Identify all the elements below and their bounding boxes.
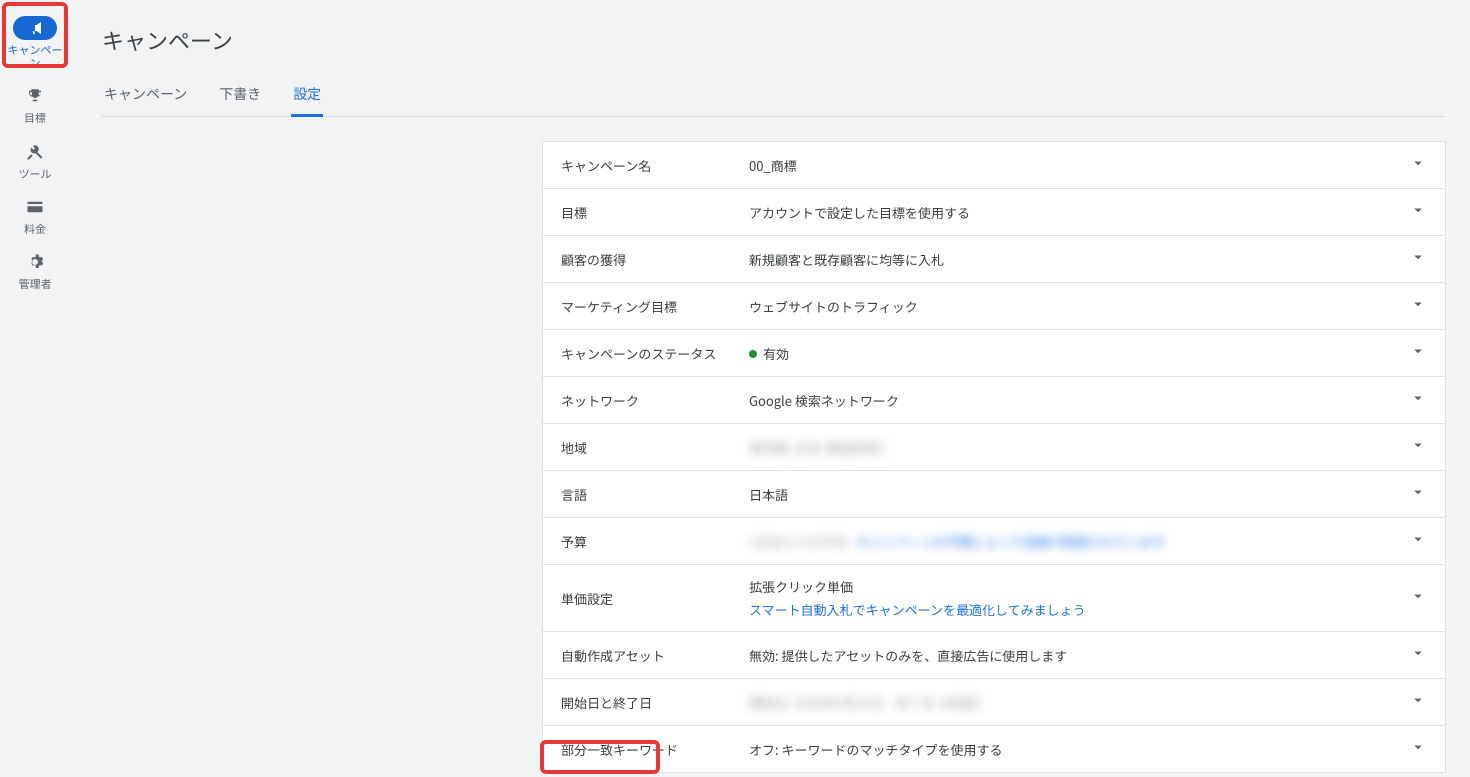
sidebar-item-campaigns[interactable]: キャンペーン [0, 8, 70, 76]
sidebar-item-label: 管理者 [19, 278, 52, 291]
setting-label: 顧客の獲得 [561, 250, 731, 269]
chevron-down-icon [1409, 342, 1427, 364]
setting-value: 日本語 [749, 485, 1391, 504]
setting-value: アカウントで設定した目標を使用する [749, 203, 1391, 222]
chevron-down-icon [1409, 248, 1427, 270]
chevron-down-icon [1409, 201, 1427, 223]
sidebar-item-label: キャンペーン [4, 44, 66, 70]
tab-drafts[interactable]: 下書き [217, 76, 263, 116]
setting-goal[interactable]: 目標 アカウントで設定した目標を使用する [542, 189, 1446, 236]
setting-value: 開始日: 2020年3月31日 終了日: 未設定 [749, 693, 1391, 712]
setting-broad-match[interactable]: 部分一致キーワード オフ: キーワードのマッチタイプを使用する [542, 726, 1446, 773]
sidebar-item-tools[interactable]: ツール [0, 132, 70, 187]
setting-value: 無効: 提供したアセットのみを、直接広告に使用します [749, 646, 1391, 665]
setting-value: 有効 [749, 344, 1391, 363]
setting-label: 自動作成アセット [561, 646, 731, 665]
chevron-down-icon [1409, 738, 1427, 760]
bidding-optimize-link[interactable]: スマート自動入札でキャンペーンを最適化してみましょう [749, 600, 1391, 619]
chevron-down-icon [1409, 587, 1427, 609]
sidebar-item-label: 料金 [24, 223, 46, 236]
gear-icon [13, 250, 57, 274]
sidebar-item-label: 目標 [24, 112, 46, 125]
setting-languages[interactable]: 言語 日本語 [542, 471, 1446, 518]
setting-label: 予算 [561, 532, 731, 551]
setting-value: 拡張クリック単価 スマート自動入札でキャンペーンを最適化してみましょう [749, 577, 1391, 619]
setting-label: マーケティング目標 [561, 297, 731, 316]
setting-auto-assets[interactable]: 自動作成アセット 無効: 提供したアセットのみを、直接広告に使用します [542, 632, 1446, 679]
setting-networks[interactable]: ネットワーク Google 検索ネットワーク [542, 377, 1446, 424]
sidebar-item-billing[interactable]: 料金 [0, 187, 70, 242]
setting-label: 単価設定 [561, 589, 731, 608]
setting-label: キャンペーン名 [561, 156, 731, 175]
setting-label: 地域 [561, 438, 731, 457]
setting-label: キャンペーンのステータス [561, 344, 731, 363]
setting-value: ウェブサイトのトラフィック [749, 297, 1391, 316]
tab-settings[interactable]: 設定 [291, 76, 323, 116]
setting-value: 新規顧客と既存顧客に均等に入札 [749, 250, 1391, 269]
chevron-down-icon [1409, 691, 1427, 713]
chevron-down-icon [1409, 295, 1427, 317]
tools-icon [13, 140, 57, 164]
setting-campaign-name[interactable]: キャンペーン名 00_商標 [542, 141, 1446, 189]
setting-customer-acquisition[interactable]: 顧客の獲得 新規顧客と既存顧客に均等に入札 [542, 236, 1446, 283]
chevron-down-icon [1409, 154, 1427, 176]
setting-label: 部分一致キーワード [561, 740, 731, 759]
setting-value: 00_商標 [749, 156, 1391, 175]
page-title: キャンペーン [102, 0, 1446, 76]
chevron-down-icon [1409, 436, 1427, 458]
chevron-down-icon [1409, 483, 1427, 505]
sidebar-item-admin[interactable]: 管理者 [0, 242, 70, 297]
trophy-icon [13, 84, 57, 108]
setting-label: ネットワーク [561, 391, 731, 410]
main-content: キャンペーン キャンペーン 下書き 設定 キャンペーン名 00_商標 目標 アカ… [70, 0, 1470, 777]
card-icon [13, 195, 57, 219]
setting-dates[interactable]: 開始日と終了日 開始日: 2020年3月31日 終了日: 未設定 [542, 679, 1446, 726]
sidebar-item-label: ツール [19, 168, 52, 181]
setting-value: 東京都, 日本 (都道府県) [749, 438, 1391, 457]
chevron-down-icon [1409, 389, 1427, 411]
setting-bidding[interactable]: 単価設定 拡張クリック単価 スマート自動入札でキャンペーンを最適化してみましょう [542, 565, 1446, 632]
setting-value: Google 検索ネットワーク [749, 391, 1391, 410]
settings-list: キャンペーン名 00_商標 目標 アカウントで設定した目標を使用する 顧客の獲得… [542, 141, 1446, 777]
tab-campaigns[interactable]: キャンペーン [102, 76, 189, 116]
setting-label: 言語 [561, 485, 731, 504]
left-sidebar: キャンペーン 目標 ツール 料金 管理者 [0, 0, 70, 777]
setting-marketing-goal[interactable]: マーケティング目標 ウェブサイトのトラフィック [542, 283, 1446, 330]
chevron-down-icon [1409, 530, 1427, 552]
status-dot-green [749, 350, 757, 358]
more-settings-toggle[interactable]: その他の設定 [542, 773, 662, 777]
setting-campaign-status[interactable]: キャンペーンのステータス 有効 [542, 330, 1446, 377]
megaphone-icon [13, 16, 57, 40]
sidebar-item-goals[interactable]: 目標 [0, 76, 70, 131]
setting-value: 1日あたりの平均 キャンペーンの予算によって成果が制限されています [749, 532, 1391, 551]
setting-value: オフ: キーワードのマッチタイプを使用する [749, 740, 1391, 759]
setting-budget[interactable]: 予算 1日あたりの平均 キャンペーンの予算によって成果が制限されています [542, 518, 1446, 565]
chevron-down-icon [1409, 644, 1427, 666]
setting-label: 目標 [561, 203, 731, 222]
tabs: キャンペーン 下書き 設定 [102, 76, 1446, 117]
setting-locations[interactable]: 地域 東京都, 日本 (都道府県) [542, 424, 1446, 471]
setting-label: 開始日と終了日 [561, 693, 731, 712]
